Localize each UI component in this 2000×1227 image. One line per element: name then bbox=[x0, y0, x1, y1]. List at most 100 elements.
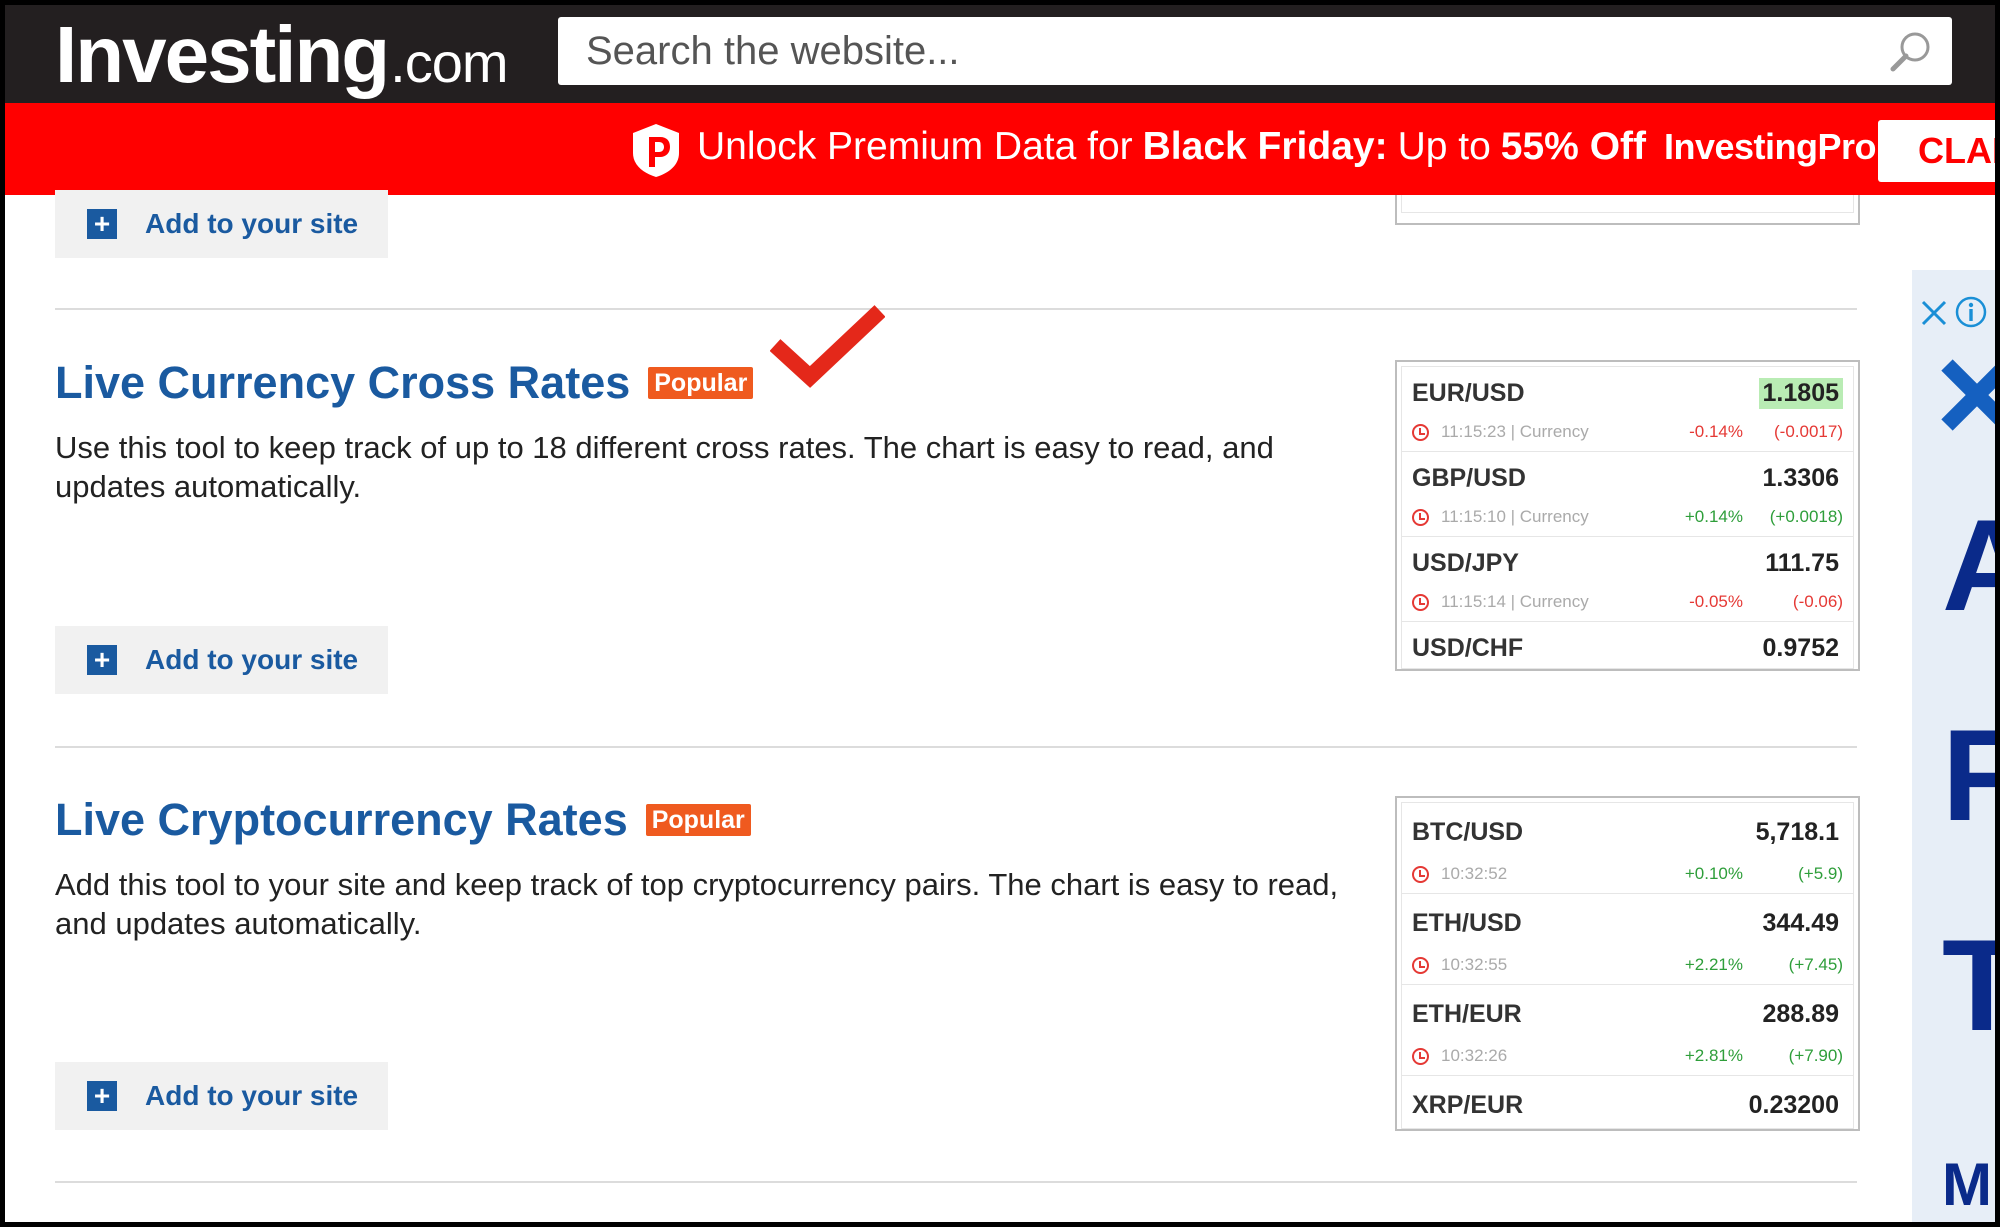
promo-banner[interactable]: Unlock Premium Data for Black Friday: Up… bbox=[5, 103, 1995, 195]
section-title[interactable]: Live Currency Cross Rates Popular bbox=[55, 357, 754, 409]
rate-row-meta: 11:15:14 | Currency -0.05% (-0.06) bbox=[1412, 583, 1843, 621]
rate-row[interactable]: BTC/USD 5,718.1 10:32:52 +0.10% (+5.9) bbox=[1402, 803, 1853, 894]
update-time: 11:15:10 | Currency bbox=[1441, 507, 1589, 526]
popular-badge: Popular bbox=[645, 804, 751, 836]
pair-value: 5,718.1 bbox=[1755, 817, 1839, 846]
rate-row-meta: 10:32:26 +2.81% (+7.90) bbox=[1412, 1037, 1843, 1075]
rate-row-meta: 11:15:10 | Currency +0.14% (+0.0018) bbox=[1412, 498, 1843, 536]
section-title-text: Live Cryptocurrency Rates bbox=[55, 794, 628, 845]
add-to-site-button[interactable]: + Add to your site bbox=[55, 626, 388, 694]
change-value: (+5.9) bbox=[1798, 864, 1843, 883]
logo-tld: .com bbox=[390, 31, 508, 94]
change-percent: -0.05% bbox=[1689, 592, 1743, 611]
add-to-site-button[interactable]: + Add to your site bbox=[55, 190, 388, 258]
clock-icon bbox=[1412, 508, 1429, 526]
pair-name[interactable]: USD/JPY bbox=[1412, 549, 1519, 578]
section-title-text: Live Currency Cross Rates bbox=[55, 357, 631, 408]
rate-row-top: ETH/EUR 288.89 bbox=[1412, 991, 1843, 1037]
ad-letter: T bbox=[1942, 912, 1995, 1058]
pair-name[interactable]: XRP/EUR bbox=[1412, 1091, 1523, 1120]
section-divider bbox=[55, 746, 1857, 748]
currency-rates-list: EUR/USD 1.1805 11:15:23 | Currency -0.14% (-… bbox=[1401, 366, 1854, 669]
page: Investing .com Search the website... Unl… bbox=[5, 5, 1995, 1222]
rate-row-top: BTC/USD 5,718.1 bbox=[1412, 809, 1843, 855]
search-placeholder: Search the website... bbox=[586, 28, 960, 73]
search-icon[interactable] bbox=[1888, 29, 1934, 75]
change-percent: +2.81% bbox=[1684, 1046, 1743, 1065]
clock-icon bbox=[1412, 956, 1429, 974]
rate-row-top: ETH/USD 344.49 bbox=[1412, 900, 1843, 946]
pair-name[interactable]: USD/CHF bbox=[1412, 634, 1523, 663]
crypto-rates-widget[interactable]: BTC/USD 5,718.1 10:32:52 +0.10% (+5.9) ETH/US… bbox=[1395, 796, 1860, 1131]
section-title[interactable]: Live Cryptocurrency Rates Popular bbox=[55, 794, 751, 846]
change-percent: +0.14% bbox=[1684, 507, 1743, 526]
site-logo[interactable]: Investing .com bbox=[55, 9, 509, 99]
promo-text-bold: Black Friday: bbox=[1142, 125, 1388, 168]
add-to-site-label: Add to your site bbox=[145, 644, 359, 675]
plus-icon: + bbox=[87, 209, 117, 239]
close-icon[interactable] bbox=[1918, 297, 1950, 329]
pair-value: 1.1805 bbox=[1758, 377, 1843, 409]
pair-name[interactable]: EUR/USD bbox=[1412, 379, 1525, 408]
ad-letter: A bbox=[1942, 492, 1995, 638]
change-value: (-0.06) bbox=[1792, 592, 1843, 611]
promo-text: Unlock Premium Data for Black Friday: Up… bbox=[697, 125, 1877, 169]
change-value: (+7.45) bbox=[1788, 955, 1843, 974]
pair-value: 344.49 bbox=[1762, 908, 1839, 937]
site-header: Investing .com Search the website... bbox=[5, 5, 1995, 103]
rate-row[interactable]: USD/CHF 0.9752 bbox=[1402, 622, 1853, 668]
popular-badge: Popular bbox=[648, 367, 754, 399]
rate-row-top: XRP/EUR 0.23200 bbox=[1412, 1082, 1843, 1128]
clock-icon bbox=[1412, 423, 1429, 441]
logo-brand: Investing bbox=[55, 10, 390, 99]
promo-brand: InvestingPro bbox=[1664, 126, 1877, 167]
ad-brand-logo-icon bbox=[1941, 359, 1995, 431]
update-time: 10:32:52 bbox=[1441, 864, 1508, 883]
pair-name[interactable]: ETH/USD bbox=[1412, 909, 1522, 938]
update-time: 11:15:23 | Currency bbox=[1441, 422, 1589, 441]
change-percent: +2.21% bbox=[1684, 955, 1743, 974]
rate-row-top: USD/CHF 0.9752 bbox=[1412, 628, 1843, 668]
promo-text-2: Up to bbox=[1397, 125, 1491, 168]
pair-value: 111.75 bbox=[1765, 548, 1839, 577]
side-advertisement[interactable]: A F T M bbox=[1912, 270, 1995, 1222]
rate-row[interactable]: USD/JPY 111.75 11:15:14 | Currency -0.05% (-… bbox=[1402, 537, 1853, 622]
info-icon[interactable] bbox=[1954, 295, 1988, 329]
plus-icon: + bbox=[87, 645, 117, 675]
update-time: 11:15:14 | Currency bbox=[1441, 592, 1589, 611]
rate-row-meta: 10:32:55 +2.21% (+7.45) bbox=[1412, 946, 1843, 984]
rate-row[interactable]: EUR/USD 1.1805 11:15:23 | Currency -0.14% (-… bbox=[1402, 367, 1853, 452]
section-description: Use this tool to keep track of up to 18 … bbox=[55, 430, 1274, 504]
rate-row[interactable]: ETH/EUR 288.89 10:32:26 +2.81% (+7.90) bbox=[1402, 985, 1853, 1076]
checkmark-icon bbox=[770, 305, 885, 388]
pair-name[interactable]: GBP/USD bbox=[1412, 464, 1526, 493]
update-time: 10:32:26 bbox=[1441, 1046, 1508, 1065]
promo-discount: 55% Off bbox=[1500, 125, 1646, 168]
ad-letter: M bbox=[1942, 1151, 1992, 1218]
investingpro-logo-icon bbox=[633, 124, 679, 177]
plus-icon: + bbox=[87, 1081, 117, 1111]
rate-row-meta: 11:15:23 | Currency -0.14% (-0.0017) bbox=[1412, 413, 1843, 451]
pair-value: 0.9752 bbox=[1762, 633, 1839, 662]
section-description: Add this tool to your site and keep trac… bbox=[55, 867, 1339, 941]
clock-icon bbox=[1412, 593, 1429, 611]
pair-value: 288.89 bbox=[1762, 999, 1839, 1028]
promo-text-1: Unlock Premium Data for bbox=[697, 125, 1133, 168]
pair-name[interactable]: ETH/EUR bbox=[1412, 1000, 1522, 1029]
currency-rates-widget[interactable]: EUR/USD 1.1805 11:15:23 | Currency -0.14% (-… bbox=[1395, 360, 1860, 671]
rate-row-top: USD/JPY 111.75 bbox=[1412, 543, 1843, 583]
change-value: (-0.0017) bbox=[1774, 422, 1843, 441]
change-value: (+0.0018) bbox=[1769, 507, 1843, 526]
update-time: 10:32:55 bbox=[1441, 955, 1508, 974]
pair-value: 1.3306 bbox=[1762, 463, 1839, 492]
add-to-site-button[interactable]: + Add to your site bbox=[55, 1062, 388, 1130]
rate-row[interactable]: XRP/EUR 0.23200 bbox=[1402, 1076, 1853, 1128]
search-input[interactable]: Search the website... bbox=[558, 17, 1952, 85]
rate-row[interactable]: ETH/USD 344.49 10:32:55 +2.21% (+7.45) bbox=[1402, 894, 1853, 985]
section-divider bbox=[55, 308, 1857, 310]
rate-row[interactable]: GBP/USD 1.3306 11:15:10 | Currency +0.14% (+… bbox=[1402, 452, 1853, 537]
claim-button[interactable]: CLAI bbox=[1878, 120, 1995, 182]
clock-icon bbox=[1412, 1047, 1429, 1065]
add-to-site-label: Add to your site bbox=[145, 208, 359, 239]
pair-name[interactable]: BTC/USD bbox=[1412, 818, 1523, 847]
